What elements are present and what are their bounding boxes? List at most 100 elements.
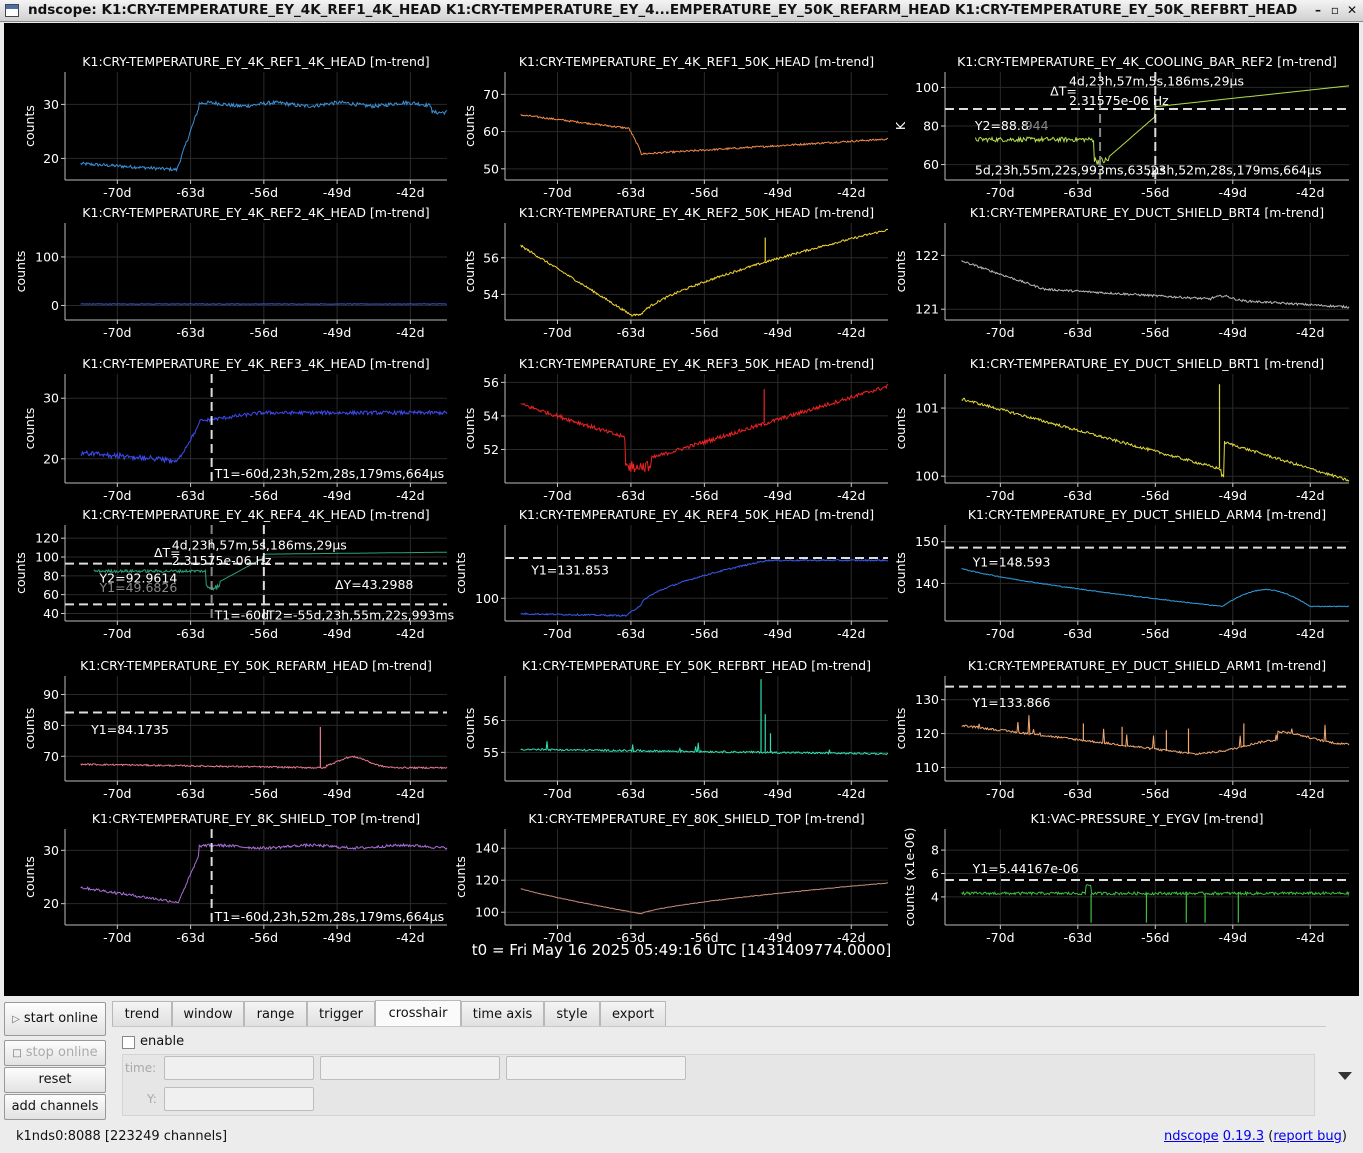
x-tick-label: -63d [617,488,645,503]
plot-15[interactable]: K1:CRY-TEMPERATURE_EY_8K_SHIELD_TOP [m-t… [22,811,448,945]
plot-12[interactable]: K1:CRY-TEMPERATURE_EY_50K_REFARM_HEAD [m… [22,658,448,801]
plot-title: K1:CRY-TEMPERATURE_EY_50K_REFBRT_HEAD [m… [522,658,871,673]
tab-time-axis[interactable]: time axis [461,1001,544,1026]
plot-title: K1:CRY-TEMPERATURE_EY_4K_REF3_50K_HEAD [… [519,356,874,371]
y-tick-label: 100 [35,550,59,565]
y-field[interactable] [164,1087,314,1111]
chevron-down-icon[interactable] [1338,1072,1352,1080]
plot-13[interactable]: K1:CRY-TEMPERATURE_EY_50K_REFBRT_HEAD [m… [462,658,889,801]
x-tick-label: -42d [396,786,424,801]
plot-7[interactable]: K1:CRY-TEMPERATURE_EY_4K_REF3_50K_HEAD [… [462,356,889,503]
y-tick-label: 80 [43,568,59,583]
y-axis-label: counts [22,708,37,750]
plot-0[interactable]: K1:CRY-TEMPERATURE_EY_4K_REF1_4K_HEAD [m… [22,54,448,200]
plot-10[interactable]: K1:CRY-TEMPERATURE_EY_4K_REF4_50K_HEAD [… [453,507,889,641]
plot-2[interactable]: K1:CRY-TEMPERATURE_EY_4K_COOLING_BAR_REF… [893,54,1350,200]
x-tick-label: -49d [323,786,351,801]
time-field-2[interactable] [320,1056,500,1080]
stop-online-label: stop online [25,1045,98,1060]
x-tick-label: -63d [617,786,645,801]
x-tick-label: -56d [690,325,718,340]
tab-export[interactable]: export [600,1001,666,1026]
plot-4[interactable]: K1:CRY-TEMPERATURE_EY_4K_REF2_50K_HEAD [… [462,205,889,340]
x-tick-label: -56d [690,185,718,200]
crosshair-label: Y1=131.853 [530,562,609,577]
crosshair-label: Y1=148.593 [972,555,1051,570]
crosshair-label: ΔY=43.2988 [335,577,413,592]
tab-trigger[interactable]: trigger [307,1001,375,1026]
plot-3[interactable]: K1:CRY-TEMPERATURE_EY_4K_REF2_4K_HEAD [m… [13,205,448,340]
plot-1[interactable]: K1:CRY-TEMPERATURE_EY_4K_REF1_50K_HEAD [… [462,54,889,200]
x-tick-label: -42d [396,488,424,503]
x-tick-label: -49d [1219,325,1247,340]
x-tick-label: -49d [1219,786,1247,801]
time-field-3[interactable] [506,1056,686,1080]
app-window-icon[interactable] [5,4,19,17]
plot-title: K1:CRY-TEMPERATURE_EY_4K_REF4_50K_HEAD [… [519,507,874,522]
x-tick-label: -56d [1141,325,1169,340]
x-tick-label: -42d [1296,185,1324,200]
tab-trend[interactable]: trend [112,1001,172,1026]
crosshair-label: Y1=84.1735 [90,722,169,737]
y-axis-label: counts [22,105,37,147]
y-tick-label: 70 [43,749,59,764]
y-axis-label: counts [893,708,908,750]
x-tick-label: -70d [543,488,571,503]
plot-17[interactable]: K1:VAC-PRESSURE_Y_EYGV [m-trend]-70d -63d… [902,811,1350,945]
enable-checkbox[interactable] [122,1036,135,1049]
maximize-button[interactable]: ▫ [1327,2,1343,18]
x-tick-label: -49d [764,185,792,200]
y-tick-label: 54 [483,287,499,302]
tab-style[interactable]: style [544,1001,600,1026]
y-axis-label: counts [893,408,908,450]
x-tick-label: -70d [103,786,131,801]
stop-online-button[interactable]: □ stop online [4,1040,106,1066]
y-tick-label: 140 [475,841,499,856]
y-tick-label: 101 [915,401,939,416]
crosshair-label: ,23h,52m,28s,179ms,664μs [1146,162,1321,177]
x-tick-label: -49d [764,626,792,641]
plots-canvas[interactable]: K1:CRY-TEMPERATURE_EY_4K_REF1_4K_HEAD [m… [4,23,1359,996]
version-link[interactable]: 0.19.3 [1223,1129,1264,1144]
plot-6[interactable]: K1:CRY-TEMPERATURE_EY_4K_REF3_4K_HEAD [m… [22,356,448,503]
plot-8[interactable]: K1:CRY-TEMPERATURE_EY_DUCT_SHIELD_BRT1 [… [893,356,1350,503]
x-tick-label: -42d [396,626,424,641]
y-tick-label: 30 [43,97,59,112]
start-online-button[interactable]: ▷ start online [4,1002,106,1036]
x-tick-label: -70d [103,325,131,340]
tab-range[interactable]: range [244,1001,307,1026]
plot-14[interactable]: K1:CRY-TEMPERATURE_EY_DUCT_SHIELD_ARM1 [… [893,658,1350,801]
y-tick-label: 55 [483,745,499,760]
y-axis-label: counts [22,408,37,450]
plot-title: K1:CRY-TEMPERATURE_EY_80K_SHIELD_TOP [m-… [528,811,864,826]
x-tick-label: -42d [1296,786,1324,801]
close-button[interactable]: ✕ [1344,2,1360,18]
y-axis-label: counts [893,251,908,293]
minimize-button[interactable]: – [1310,2,1326,18]
window-titlebar[interactable]: ndscope: K1:CRY-TEMPERATURE_EY_4K_REF1_4… [0,0,1363,22]
plot-16[interactable]: K1:CRY-TEMPERATURE_EY_80K_SHIELD_TOP [m-… [453,811,889,945]
ndscope-link[interactable]: ndscope [1164,1129,1219,1144]
plot-title: K1:VAC-PRESSURE_Y_EYGV [m-trend] [1030,811,1263,826]
x-tick-label: -70d [543,626,571,641]
reset-button[interactable]: reset [4,1067,106,1093]
plot-5[interactable]: K1:CRY-TEMPERATURE_EY_DUCT_SHIELD_BRT4 [… [893,205,1350,340]
time-field-1[interactable] [164,1056,314,1080]
crosshair-label: 4d,23h,57m,5s,186ms,29μs [172,538,347,553]
tab-window[interactable]: window [172,1001,244,1026]
window-title: ndscope: K1:CRY-TEMPERATURE_EY_4K_REF1_4… [28,2,1298,18]
x-tick-label: -56d [250,626,278,641]
plot-11[interactable]: K1:CRY-TEMPERATURE_EY_DUCT_SHIELD_ARM4 [… [893,507,1350,641]
plot-title: K1:CRY-TEMPERATURE_EY_4K_REF1_4K_HEAD [m… [82,54,429,69]
y-tick-label: 80 [923,119,939,134]
tab-crosshair[interactable]: crosshair [375,1000,461,1027]
add-channels-button[interactable]: add channels [4,1094,106,1120]
y-axis-label: counts [462,105,477,147]
plot-9[interactable]: K1:CRY-TEMPERATURE_EY_4K_REF4_4K_HEAD [m… [13,507,454,641]
y-tick-label: 52 [483,442,499,457]
y-tick-label: 122 [915,248,939,263]
report-bug-link[interactable]: report bug [1273,1129,1342,1144]
plot-grid[interactable]: K1:CRY-TEMPERATURE_EY_4K_REF1_4K_HEAD [m… [4,23,1359,996]
y-tick-label: 120 [475,873,499,888]
plot-title: K1:CRY-TEMPERATURE_EY_DUCT_SHIELD_BRT1 [… [970,356,1324,371]
